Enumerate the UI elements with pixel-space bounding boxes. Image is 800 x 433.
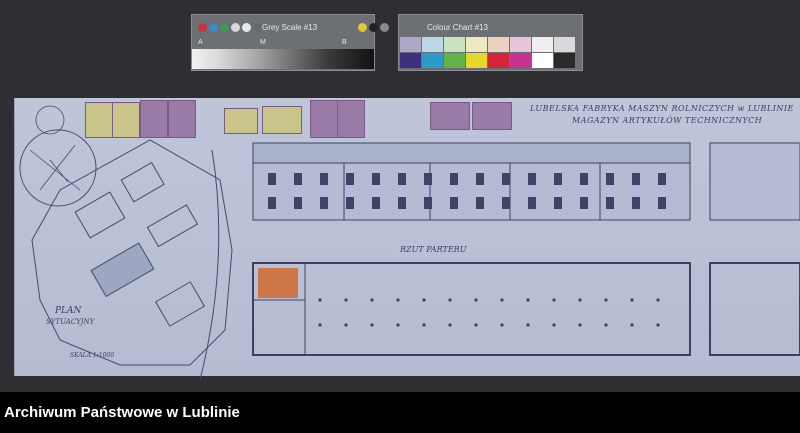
revenue-stamp (472, 102, 512, 130)
revenue-stamp (140, 100, 168, 138)
revenue-stamp (310, 100, 338, 138)
site-plan-title: PLAN (55, 306, 82, 316)
drawing-title-line2: MAGAZYN ARTYKUŁÓW TECHNICZNYCH (572, 116, 763, 125)
column-marker (552, 323, 556, 327)
window (502, 197, 510, 209)
revenue-stamp (85, 102, 113, 138)
window (398, 197, 406, 209)
highlighted-room (258, 268, 298, 298)
window (528, 173, 536, 185)
window (294, 173, 302, 185)
column-marker (474, 298, 478, 302)
column-marker (396, 298, 400, 302)
window (372, 173, 380, 185)
compass-rose (35, 105, 65, 135)
drawing-linework (19, 105, 800, 381)
column-marker (370, 298, 374, 302)
column-marker (422, 323, 426, 327)
window (320, 173, 328, 185)
window (450, 197, 458, 209)
window (424, 173, 432, 185)
revenue-stamp (112, 102, 140, 138)
column-marker (474, 323, 478, 327)
column-marker (656, 323, 660, 327)
revenue-stamp (224, 108, 258, 134)
column-marker (500, 298, 504, 302)
column-marker (656, 298, 660, 302)
window (476, 173, 484, 185)
floor-plan-columns (318, 298, 660, 327)
window (346, 197, 354, 209)
window (554, 197, 562, 209)
building-elevation (252, 142, 800, 221)
window (398, 173, 406, 185)
column-marker (370, 323, 374, 327)
window (658, 197, 666, 209)
window (606, 197, 614, 209)
column-marker (630, 323, 634, 327)
column-marker (344, 323, 348, 327)
window (346, 173, 354, 185)
scale-note: SKALA 1:1000 (70, 352, 115, 359)
column-marker (630, 298, 634, 302)
window (372, 197, 380, 209)
column-marker (396, 323, 400, 327)
window (632, 173, 640, 185)
window (554, 173, 562, 185)
revenue-stamp (337, 100, 365, 138)
archive-caption: Archiwum Państwowe w Lublinie (4, 404, 240, 421)
revenue-stamp (262, 106, 302, 134)
window (320, 197, 328, 209)
column-marker (448, 323, 452, 327)
window (294, 197, 302, 209)
column-marker (578, 323, 582, 327)
column-marker (578, 298, 582, 302)
column-marker (526, 298, 530, 302)
column-marker (318, 298, 322, 302)
column-marker (448, 298, 452, 302)
floor-plan-label: RZUT PARTERU (400, 245, 467, 254)
column-marker (552, 298, 556, 302)
revenue-stamp (430, 102, 470, 130)
ground-floor-plan (252, 262, 800, 356)
window (502, 173, 510, 185)
window (476, 197, 484, 209)
revenue-stamp (168, 100, 196, 138)
window (424, 197, 432, 209)
window (580, 173, 588, 185)
column-marker (500, 323, 504, 327)
site-plan-subtitle: SYTUACYJNY (46, 318, 95, 326)
window (268, 197, 276, 209)
window (580, 197, 588, 209)
window (528, 197, 536, 209)
column-marker (526, 323, 530, 327)
column-marker (422, 298, 426, 302)
column-marker (604, 323, 608, 327)
window (658, 173, 666, 185)
window (268, 173, 276, 185)
location-map-circle (19, 129, 97, 207)
window (450, 173, 458, 185)
window (606, 173, 614, 185)
drawing-title-line1: LUBELSKA FABRYKA MASZYN ROLNICZYCH w LUB… (530, 104, 794, 113)
column-marker (318, 323, 322, 327)
column-marker (604, 298, 608, 302)
window (632, 197, 640, 209)
column-marker (344, 298, 348, 302)
